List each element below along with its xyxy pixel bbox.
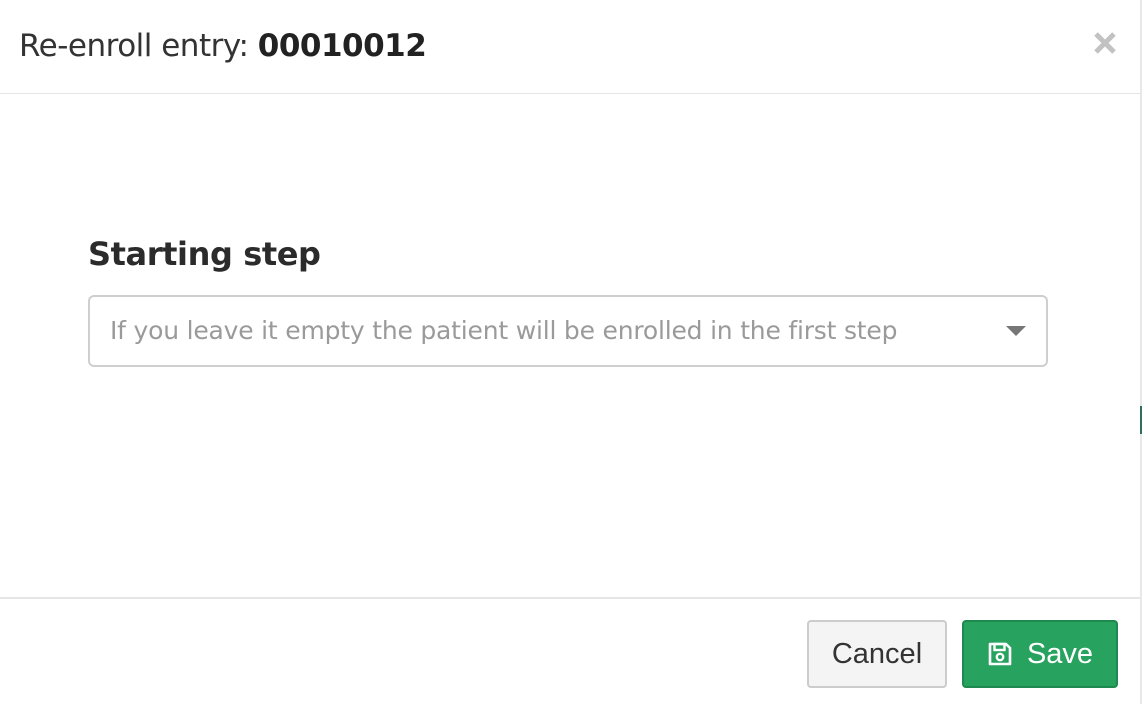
starting-step-placeholder: If you leave it empty the patient will b…: [110, 316, 898, 345]
cancel-button[interactable]: Cancel: [807, 620, 947, 688]
cancel-button-label: Cancel: [831, 637, 923, 670]
dialog-header: Re-enroll entry: 00010012: [0, 0, 1142, 94]
re-enroll-dialog: Re-enroll entry: 00010012 Starting step …: [0, 0, 1142, 704]
caret-down-icon[interactable]: [1006, 326, 1026, 336]
close-button[interactable]: [1090, 28, 1120, 58]
save-button[interactable]: Save: [962, 620, 1118, 688]
dialog-title: Re-enroll entry: 00010012: [19, 27, 427, 65]
dialog-title-prefix: Re-enroll entry:: [19, 28, 258, 64]
close-icon[interactable]: [1093, 31, 1117, 55]
starting-step-label: Starting step: [88, 235, 321, 273]
starting-step-select[interactable]: If you leave it empty the patient will b…: [88, 295, 1048, 367]
dialog-footer: Cancel Save: [0, 597, 1142, 704]
save-button-label: Save: [1026, 637, 1094, 670]
dialog-body: Starting step If you leave it empty the …: [0, 94, 1142, 598]
floppy-disk-icon: [987, 641, 1013, 667]
entry-id: 00010012: [257, 28, 427, 64]
